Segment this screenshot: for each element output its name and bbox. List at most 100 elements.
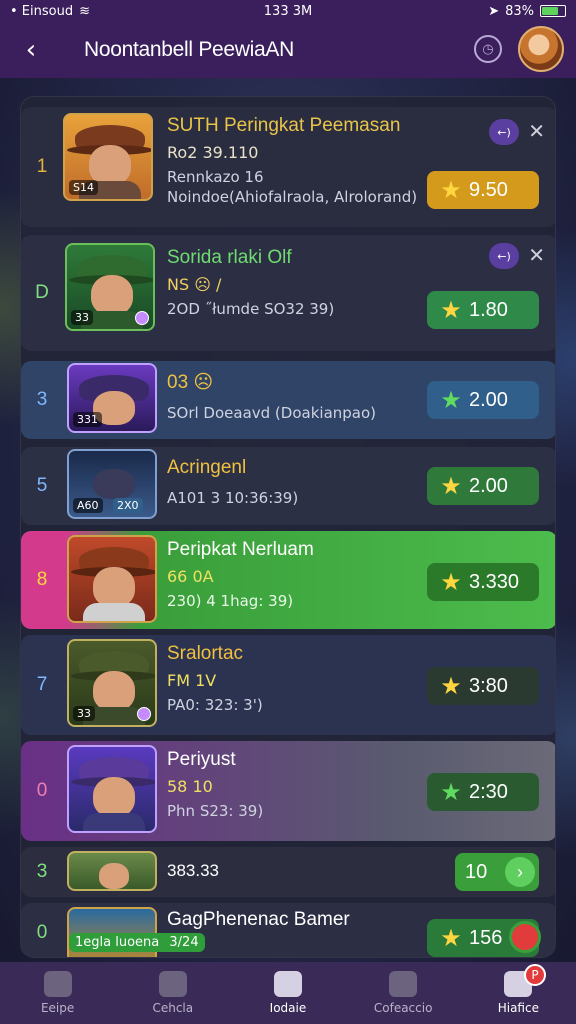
tab-shop[interactable]: Eeipe: [8, 971, 108, 1015]
score-value: 1.80: [469, 298, 508, 321]
player-stat: NS ☹ /: [167, 275, 222, 294]
rank-number: 3: [36, 861, 48, 882]
score-value: 2:30: [469, 780, 508, 803]
location-icon: ➤: [488, 3, 500, 19]
player-detail: 2OD ˝łumde SO32 39): [167, 300, 335, 318]
leaderboard-row[interactable]: D 33 Sorida rlaki Olf NS ☹ / 2OD ˝łumde …: [21, 235, 555, 351]
player-detail: Phn S23: 39): [167, 802, 264, 820]
player-detail: 230) 4 1hag: 39): [167, 592, 294, 610]
expand-button[interactable]: 10 ›: [455, 853, 539, 891]
carrier-label: • Einsoud: [10, 3, 74, 19]
gem-icon: [137, 707, 151, 721]
player-stat: 66 0A: [167, 567, 214, 586]
mini-action-button[interactable]: ←): [489, 119, 519, 145]
leaderboard-row[interactable]: 3 331 03 ☹ SOrl Doeaavd (Doakianpao) ★ 2…: [21, 361, 555, 439]
tag-badge: 1egla luoena 3/24: [69, 933, 205, 952]
leaderboard-panel: 1 S14 SUTH Peringkat Peemasan Ro2 39.110…: [20, 96, 556, 958]
player-name: Peripkat Nerluam: [167, 539, 314, 560]
player-stat: 58 10: [167, 777, 213, 796]
top-bar: ‹ Noontanbell PeewiaAN ◷: [0, 22, 576, 78]
score-pill: ★ 1.80: [427, 291, 539, 329]
score-value: 3.330: [469, 570, 520, 593]
status-left: • Einsoud ≋: [10, 4, 90, 19]
player-detail: 3/24: [169, 935, 199, 950]
player-portrait: 33: [67, 639, 157, 727]
chest-icon: [158, 971, 187, 997]
record-icon[interactable]: [509, 921, 541, 953]
player-portrait: [67, 535, 157, 623]
rank-number: D: [35, 282, 49, 303]
star-icon: ★: [440, 472, 462, 500]
player-portrait: 331: [67, 363, 157, 433]
player-detail: A101 3 10:36:39): [167, 489, 299, 507]
tab-label: Iodaie: [269, 1001, 307, 1015]
score-pill: ★ 2:30: [427, 773, 539, 811]
rank-number: 5: [36, 475, 48, 496]
leaderboard-row[interactable]: 5 A60 2X0 Acringenl A101 3 10:36:39) ★ 2…: [21, 447, 555, 525]
player-name: 383.33: [167, 861, 219, 880]
leaderboard-row[interactable]: 1 S14 SUTH Peringkat Peemasan Ro2 39.110…: [21, 107, 555, 227]
status-bar: • Einsoud ≋ 133 3M ➤ 83%: [0, 0, 576, 22]
score-pill: ★ 3:80: [427, 667, 539, 705]
star-icon: ★: [440, 778, 462, 806]
row-info: GagPhenenac Bamer: [167, 909, 350, 931]
level-badge: A60: [73, 498, 103, 513]
level-badge: 33: [71, 310, 93, 325]
player-name: 03 ☹: [167, 372, 214, 393]
chevron-left-icon[interactable]: ‹: [14, 33, 48, 67]
player-portrait: [67, 851, 157, 891]
close-icon[interactable]: ✕: [528, 119, 545, 143]
bottom-tab-bar: Eeipe Cehcla Iodaie Cofeaccio Hiafice: [0, 962, 576, 1024]
rank-number: 7: [36, 674, 48, 695]
tab-chest[interactable]: Cehcla: [123, 971, 223, 1015]
tab-home[interactable]: Iodaie: [238, 971, 338, 1015]
page-title: Noontanbell PeewiaAN: [84, 38, 294, 61]
leaderboard-row[interactable]: 0 Periyust 58 10 Phn S23: 39) ★ 2:30: [21, 741, 555, 841]
player-detail: PA0: 323: 3'): [167, 696, 263, 714]
row-info: Acringenl A101 3 10:36:39): [167, 457, 298, 507]
score-pill: ★ 156: [427, 919, 541, 957]
tag-label: 1egla luoena: [75, 935, 160, 950]
clock-icon[interactable]: ◷: [474, 35, 502, 63]
mini-action-button[interactable]: ←): [489, 243, 519, 269]
leaderboard-row-highlighted[interactable]: 8 Peripkat Nerluam 66 0A 230) 4 1hag: 39…: [21, 531, 555, 629]
tab-profile[interactable]: Hiafice: [468, 971, 568, 1015]
score-pill: ★ 9.50: [427, 171, 539, 209]
tab-label: Cofeaccio: [373, 1001, 433, 1015]
player-detail: Rennkazo 16: [167, 168, 264, 186]
rank-number: 0: [36, 922, 48, 943]
score-value: 2.00: [469, 474, 508, 497]
score-value: 156: [469, 926, 503, 949]
close-icon[interactable]: ✕: [528, 243, 545, 267]
leaderboard-row[interactable]: 0 1egla luoena 3/24 GagPhenenac Bamer ★ …: [21, 903, 555, 957]
leaderboard-row[interactable]: 3 383.33 10 ›: [21, 847, 555, 897]
row-info: Sralortac FM 1V PA0: 323: 3'): [167, 643, 263, 714]
row-info: 383.33: [167, 861, 219, 881]
row-info: Peripkat Nerluam 66 0A 230) 4 1hag: 39): [167, 539, 314, 610]
level-badge: 33: [73, 706, 95, 721]
player-portrait: 33: [65, 243, 155, 331]
tab-label: Hiafice: [497, 1001, 539, 1015]
row-info: 03 ☹ SOrl Doeaavd (Doakianpao): [167, 371, 376, 422]
player-name: Periyust: [167, 749, 236, 770]
star-icon: ★: [440, 386, 462, 414]
tab-label: Cehcla: [152, 1001, 194, 1015]
chevron-right-icon: ›: [505, 857, 535, 887]
rank-number: 1: [36, 156, 48, 177]
tab-settings[interactable]: Cofeaccio: [353, 971, 453, 1015]
rank-number: 0: [36, 780, 48, 801]
leaderboard-row[interactable]: 7 33 Sralortac FM 1V PA0: 323: 3') ★ 3:8…: [21, 635, 555, 735]
star-icon: ★: [440, 296, 462, 324]
status-time: 133 3M: [263, 3, 313, 19]
player-name: Sorida rlaki Olf: [167, 247, 292, 268]
score-value: 9.50: [469, 178, 508, 201]
star-icon: ★: [440, 568, 462, 596]
player-portrait: [67, 745, 157, 833]
notification-badge: P: [524, 964, 546, 986]
row-info: Sorida rlaki Olf NS ☹ / 2OD ˝łumde SO32 …: [167, 247, 334, 318]
player-portrait: S14: [63, 113, 153, 201]
status-right: ➤ 83%: [488, 4, 566, 19]
avatar-icon[interactable]: [518, 26, 564, 72]
player-name: GagPhenenac Bamer: [167, 909, 350, 930]
star-icon: ★: [440, 672, 462, 700]
